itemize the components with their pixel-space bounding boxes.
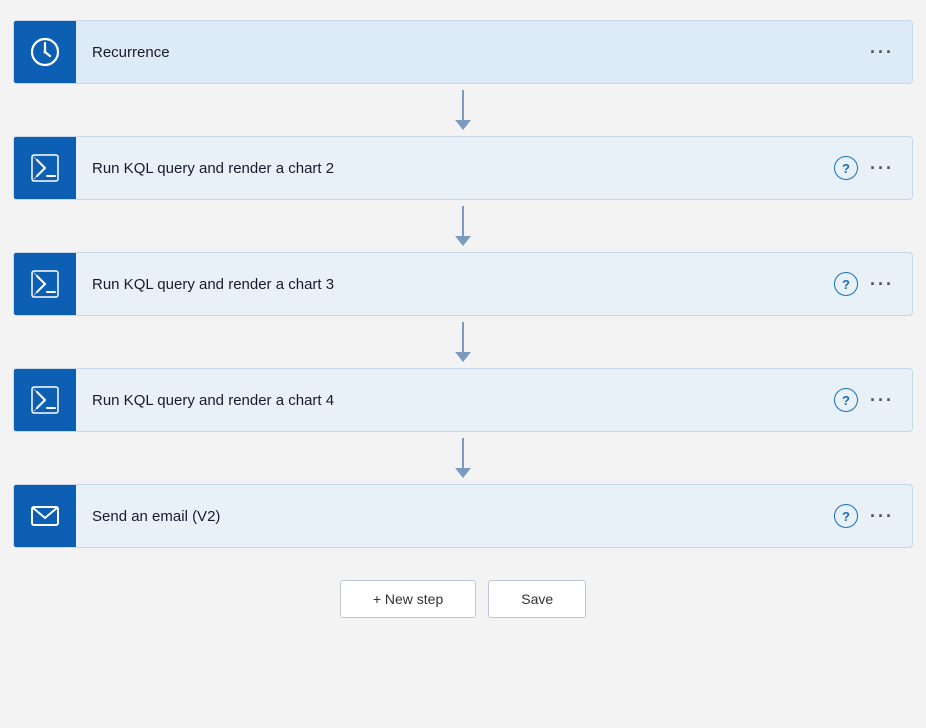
connector-arrow (455, 120, 471, 130)
step-card-recurrence[interactable]: Recurrence··· (13, 20, 913, 84)
connector-arrow (455, 468, 471, 478)
flow-container: Recurrence··· Run KQL query and render a… (13, 20, 913, 618)
step-actions-kql2: ? ··· (834, 156, 912, 180)
help-button-email[interactable]: ? (834, 504, 858, 528)
step-card-email[interactable]: Send an email (V2)? ··· (13, 484, 913, 548)
connector-arrow (455, 236, 471, 246)
step-icon-clock (14, 21, 76, 83)
step-card-kql4[interactable]: Run KQL query and render a chart 4? ··· (13, 368, 913, 432)
help-button-kql3[interactable]: ? (834, 272, 858, 296)
connector (455, 316, 471, 368)
step-label-kql3: Run KQL query and render a chart 3 (76, 276, 834, 293)
step-actions-recurrence: ··· (866, 42, 912, 63)
more-button-email[interactable]: ··· (866, 506, 898, 527)
step-icon-email (14, 485, 76, 547)
more-button-kql2[interactable]: ··· (866, 158, 898, 179)
step-actions-kql3: ? ··· (834, 272, 912, 296)
step-actions-email: ? ··· (834, 504, 912, 528)
connector (455, 84, 471, 136)
help-button-kql2[interactable]: ? (834, 156, 858, 180)
connector-line (462, 322, 464, 352)
step-label-recurrence: Recurrence (76, 44, 866, 61)
connector-arrow (455, 352, 471, 362)
more-button-recurrence[interactable]: ··· (866, 42, 898, 63)
connector (455, 432, 471, 484)
step-card-kql3[interactable]: Run KQL query and render a chart 3? ··· (13, 252, 913, 316)
connector-line (462, 90, 464, 120)
step-actions-kql4: ? ··· (834, 388, 912, 412)
save-button[interactable]: Save (488, 580, 586, 618)
step-label-kql4: Run KQL query and render a chart 4 (76, 392, 834, 409)
step-icon-kql (14, 137, 76, 199)
bottom-actions: + New step Save (340, 580, 586, 618)
step-label-email: Send an email (V2) (76, 508, 834, 525)
step-icon-kql (14, 253, 76, 315)
help-button-kql4[interactable]: ? (834, 388, 858, 412)
connector-line (462, 438, 464, 468)
step-label-kql2: Run KQL query and render a chart 2 (76, 160, 834, 177)
connector (455, 200, 471, 252)
step-icon-kql (14, 369, 76, 431)
step-card-kql2[interactable]: Run KQL query and render a chart 2? ··· (13, 136, 913, 200)
connector-line (462, 206, 464, 236)
new-step-button[interactable]: + New step (340, 580, 476, 618)
more-button-kql4[interactable]: ··· (866, 390, 898, 411)
more-button-kql3[interactable]: ··· (866, 274, 898, 295)
